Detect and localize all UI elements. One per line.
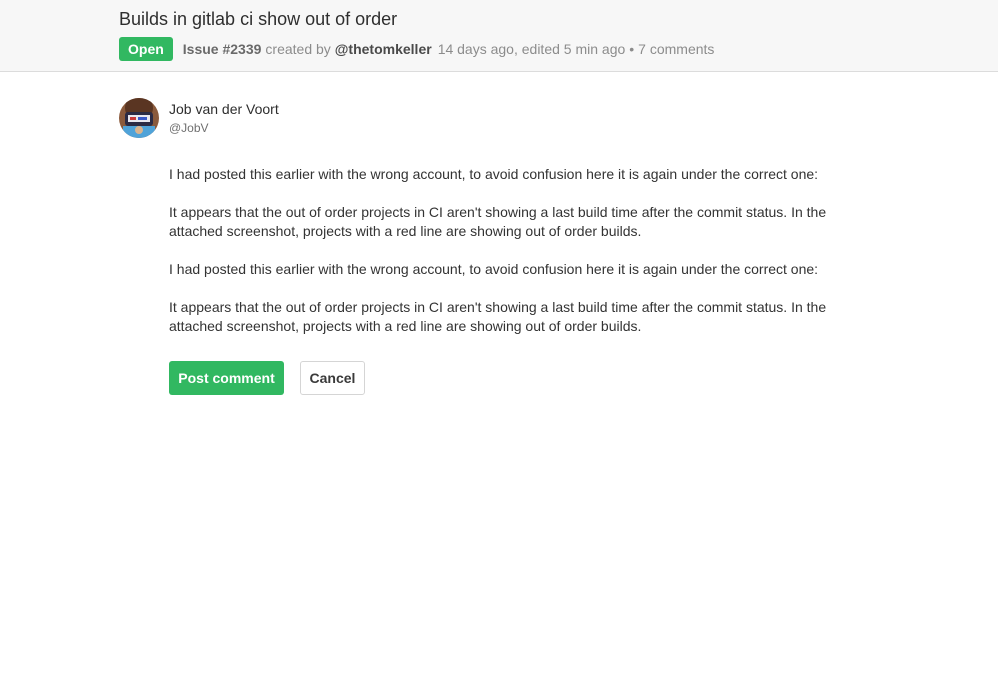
comment-paragraph: It appears that the out of order project… — [169, 204, 827, 239]
user-avatar-icon — [119, 98, 159, 138]
status-badge: Open — [119, 37, 173, 61]
issue-number[interactable]: Issue #2339 — [183, 41, 262, 57]
comment-author-handle[interactable]: @JobV — [169, 121, 209, 135]
meta-separator: • — [629, 41, 635, 57]
comment-paragraph: It appears that the out of order project… — [169, 299, 827, 334]
created-by-label: created by — [265, 41, 331, 57]
author-link[interactable]: @thetomkeller — [335, 41, 432, 57]
issue-header: Builds in gitlab ci show out of order Op… — [0, 0, 998, 72]
avatar[interactable] — [119, 98, 159, 138]
cancel-button[interactable]: Cancel — [300, 361, 365, 395]
comment-paragraph: I had posted this earlier with the wrong… — [169, 261, 819, 277]
issue-timestamp: 14 days ago, edited 5 min ago — [437, 41, 626, 57]
issue-meta: Open Issue #2339 created by @thetomkelle… — [119, 37, 714, 61]
issue-title: Builds in gitlab ci show out of order — [119, 9, 398, 29]
comment-paragraph: I had posted this earlier with the wrong… — [169, 166, 819, 182]
post-comment-button[interactable]: Post comment — [169, 361, 284, 395]
comments-count[interactable]: 7 comments — [638, 41, 714, 57]
comment-author-name[interactable]: Job van der Voort — [169, 101, 279, 117]
comment-body: I had posted this earlier with the wrong… — [169, 165, 869, 355]
